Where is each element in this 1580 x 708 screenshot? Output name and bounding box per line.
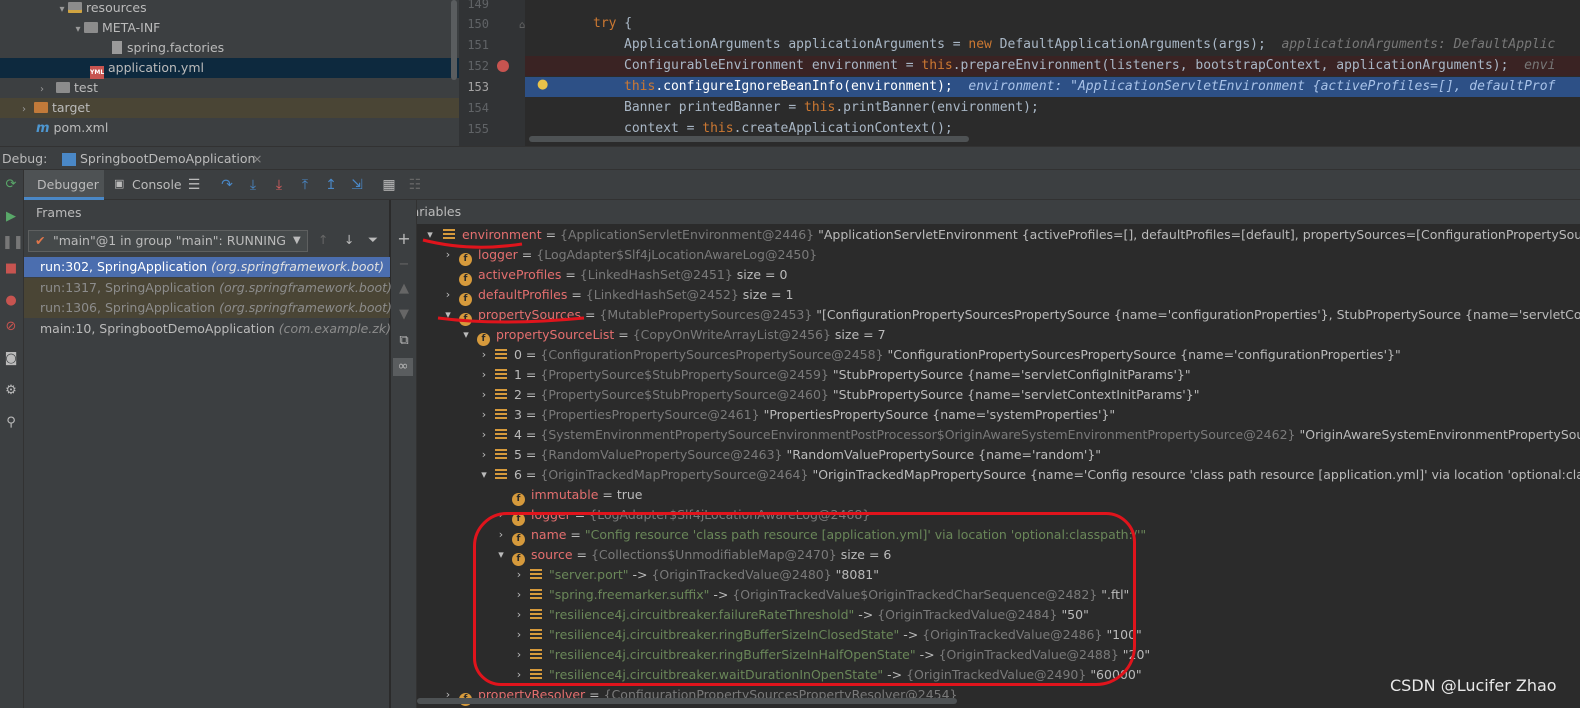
watermark: CSDN @Lucifer Zhao — [1390, 676, 1557, 695]
annotation-highlight — [473, 512, 1136, 686]
